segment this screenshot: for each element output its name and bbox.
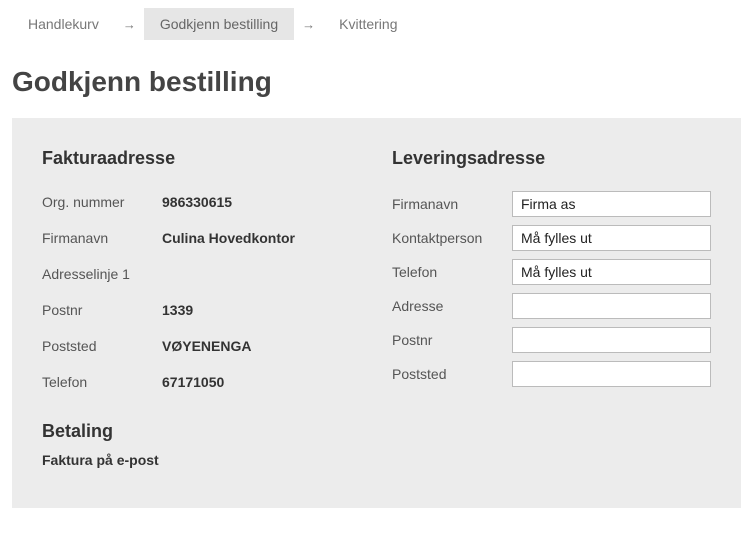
delivery-company-input[interactable] bbox=[512, 191, 711, 217]
billing-company-value: Culina Hovedkontor bbox=[162, 230, 295, 246]
breadcrumb-step-approve[interactable]: Godkjenn bestilling bbox=[144, 8, 294, 40]
billing-company-label: Firmanavn bbox=[42, 230, 162, 246]
delivery-contact-input[interactable] bbox=[512, 225, 711, 251]
payment-section: Betaling Faktura på e-post bbox=[42, 421, 352, 468]
billing-postnr-value: 1339 bbox=[162, 302, 193, 318]
billing-org-value: 986330615 bbox=[162, 194, 232, 210]
billing-telefon-value: 67171050 bbox=[162, 374, 224, 390]
delivery-contact-label: Kontaktperson bbox=[392, 230, 512, 246]
billing-address-section: Fakturaadresse Org. nummer 986330615 Fir… bbox=[42, 148, 352, 468]
page-title: Godkjenn bestilling bbox=[0, 48, 753, 118]
arrow-right-icon: → bbox=[123, 17, 136, 32]
breadcrumb-step-cart[interactable]: Handlekurv bbox=[12, 8, 115, 40]
delivery-company-label: Firmanavn bbox=[392, 196, 512, 212]
delivery-postnr-label: Postnr bbox=[392, 332, 512, 348]
arrow-right-icon: → bbox=[302, 17, 315, 32]
delivery-poststed-label: Poststed bbox=[392, 366, 512, 382]
delivery-adresse-label: Adresse bbox=[392, 298, 512, 314]
billing-address1-label: Adresselinje 1 bbox=[42, 266, 162, 282]
delivery-telefon-label: Telefon bbox=[392, 264, 512, 280]
order-panel: Fakturaadresse Org. nummer 986330615 Fir… bbox=[12, 118, 741, 508]
billing-heading: Fakturaadresse bbox=[42, 148, 352, 169]
billing-poststed-value: VØYENENGA bbox=[162, 338, 251, 354]
delivery-heading: Leveringsadresse bbox=[392, 148, 711, 169]
delivery-telefon-input[interactable] bbox=[512, 259, 711, 285]
breadcrumb: Handlekurv → Godkjenn bestilling → Kvitt… bbox=[0, 0, 753, 48]
billing-telefon-label: Telefon bbox=[42, 374, 162, 390]
billing-org-label: Org. nummer bbox=[42, 194, 162, 210]
billing-poststed-label: Poststed bbox=[42, 338, 162, 354]
delivery-adresse-input[interactable] bbox=[512, 293, 711, 319]
delivery-poststed-input[interactable] bbox=[512, 361, 711, 387]
breadcrumb-step-receipt[interactable]: Kvittering bbox=[323, 8, 413, 40]
payment-method: Faktura på e-post bbox=[42, 452, 352, 468]
billing-postnr-label: Postnr bbox=[42, 302, 162, 318]
delivery-postnr-input[interactable] bbox=[512, 327, 711, 353]
payment-heading: Betaling bbox=[42, 421, 352, 442]
delivery-address-section: Leveringsadresse Firmanavn Kontaktperson… bbox=[392, 148, 711, 468]
